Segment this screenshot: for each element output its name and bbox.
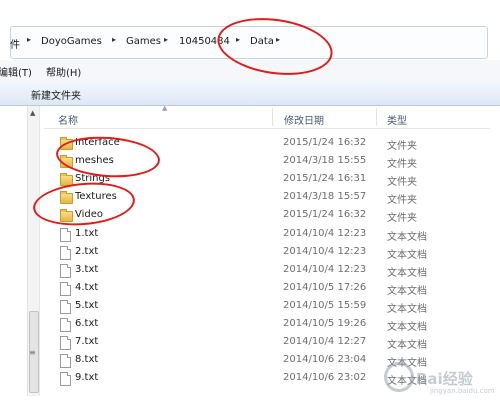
file-type: 文件夹 <box>387 159 417 171</box>
file-row[interactable]: 4.txt 2014/10/5 17:26 文本文档 <box>44 280 490 298</box>
file-row[interactable]: 7.txt 2014/10/4 12:27 文本文档 <box>44 334 490 352</box>
file-type: 文本文档 <box>387 303 427 315</box>
breadcrumb-item-games[interactable]: Games <box>126 36 161 47</box>
file-type: 文本文档 <box>387 231 427 243</box>
file-name[interactable]: 4.txt <box>75 282 98 293</box>
column-divider[interactable] <box>376 108 377 126</box>
file-row[interactable]: 6.txt 2014/10/5 19:26 文本文档 <box>44 316 490 334</box>
breadcrumb-chevron-icon[interactable]: ▸ <box>27 35 31 44</box>
file-type: 文件夹 <box>387 213 417 225</box>
file-date: 2014/10/4 12:27 <box>283 336 367 348</box>
file-date: 2014/3/18 15:55 <box>283 155 367 167</box>
file-name[interactable]: 5.txt <box>75 300 98 311</box>
file-date: 2014/10/5 17:26 <box>283 281 367 293</box>
file-row[interactable]: 5.txt 2014/10/5 15:59 文本文档 <box>44 298 490 316</box>
file-name[interactable]: 8.txt <box>75 354 98 365</box>
menu-tools[interactable]: 编辑(T) <box>0 64 32 79</box>
breadcrumb-item-root[interactable]: 件 <box>10 36 20 51</box>
text-file-icon <box>60 245 71 260</box>
file-name[interactable]: 7.txt <box>75 336 98 347</box>
text-file-icon <box>60 263 71 278</box>
file-date: 2015/1/24 16:32 <box>283 209 367 221</box>
text-file-icon <box>60 299 71 314</box>
breadcrumb-item-doyogames[interactable]: DoyoGames <box>41 36 102 47</box>
breadcrumb-chevron-icon[interactable]: ▸ <box>164 35 168 44</box>
folder-icon <box>60 173 73 187</box>
text-file-icon <box>60 318 71 332</box>
file-type: 文件夹 <box>387 177 417 189</box>
file-type: 文本文档 <box>387 322 427 333</box>
file-date: 2015/1/24 16:32 <box>283 137 367 148</box>
file-type: 文本文档 <box>387 267 427 279</box>
file-type: 文本文档 <box>387 285 427 297</box>
file-name[interactable]: 9.txt <box>75 372 98 383</box>
file-date: 2015/1/24 16:31 <box>283 173 367 185</box>
baidu-logo-icon <box>384 362 414 392</box>
file-type: 文件夹 <box>387 195 417 207</box>
breadcrumb-chevron-icon[interactable]: ▸ <box>112 35 116 44</box>
file-name[interactable]: 2.txt <box>75 246 98 257</box>
column-date[interactable]: 修改日期 <box>284 112 324 127</box>
baidu-watermark: Bai经验 jingyan.baidu.com <box>378 358 496 398</box>
file-type: 文件夹 <box>387 141 417 152</box>
watermark-subtext: jingyan.baidu.com <box>430 387 495 395</box>
scroll-grip-icon: ≡ <box>29 348 36 357</box>
file-date: 2014/10/5 19:26 <box>283 318 367 329</box>
file-name[interactable]: 1.txt <box>75 228 98 239</box>
menu-help[interactable]: 帮助(H) <box>46 64 81 79</box>
file-name[interactable]: 3.txt <box>75 264 98 275</box>
text-file-icon <box>60 281 71 296</box>
text-file-icon <box>60 227 71 242</box>
file-date: 2014/10/6 23:04 <box>283 354 367 366</box>
sort-ascending-icon: ▲ <box>162 104 168 112</box>
text-file-icon <box>60 372 71 387</box>
column-type[interactable]: 类型 <box>387 112 407 127</box>
file-row[interactable]: 2.txt 2014/10/4 12:23 文本文档 <box>44 244 490 262</box>
nav-scrollbar[interactable]: ▲ ≡ <box>27 106 39 396</box>
watermark-text: Bai经验 <box>416 370 473 388</box>
file-row[interactable]: 3.txt 2014/10/4 12:23 文本文档 <box>44 262 490 280</box>
file-date: 2014/10/5 15:59 <box>283 299 367 311</box>
column-name[interactable]: 名称 <box>58 112 78 127</box>
file-date: 2014/10/4 12:23 <box>283 263 367 275</box>
command-toolbar: 新建文件夹 <box>0 80 500 106</box>
file-type: 文本文档 <box>387 340 427 352</box>
file-row[interactable]: 1.txt 2014/10/4 12:23 文本文档 <box>44 226 490 244</box>
file-date: 2014/10/4 12:23 <box>283 245 367 257</box>
file-date: 2014/3/18 15:57 <box>283 191 367 203</box>
column-divider[interactable] <box>272 108 273 126</box>
file-name[interactable]: 6.txt <box>75 318 98 329</box>
scroll-up-arrow-icon[interactable]: ▲ <box>30 109 35 117</box>
new-folder-button[interactable]: 新建文件夹 <box>31 87 81 102</box>
text-file-icon <box>60 354 71 369</box>
text-file-icon <box>60 336 71 351</box>
file-date: 2014/10/6 23:02 <box>283 372 367 384</box>
file-type: 文本文档 <box>387 249 427 261</box>
file-date: 2014/10/4 12:23 <box>283 227 367 239</box>
column-header: ▲ 名称 修改日期 类型 <box>44 104 490 129</box>
explorer-window: 件 ▸ DoyoGames ▸ Games ▸ 10450484 ▸ Data … <box>0 0 500 405</box>
